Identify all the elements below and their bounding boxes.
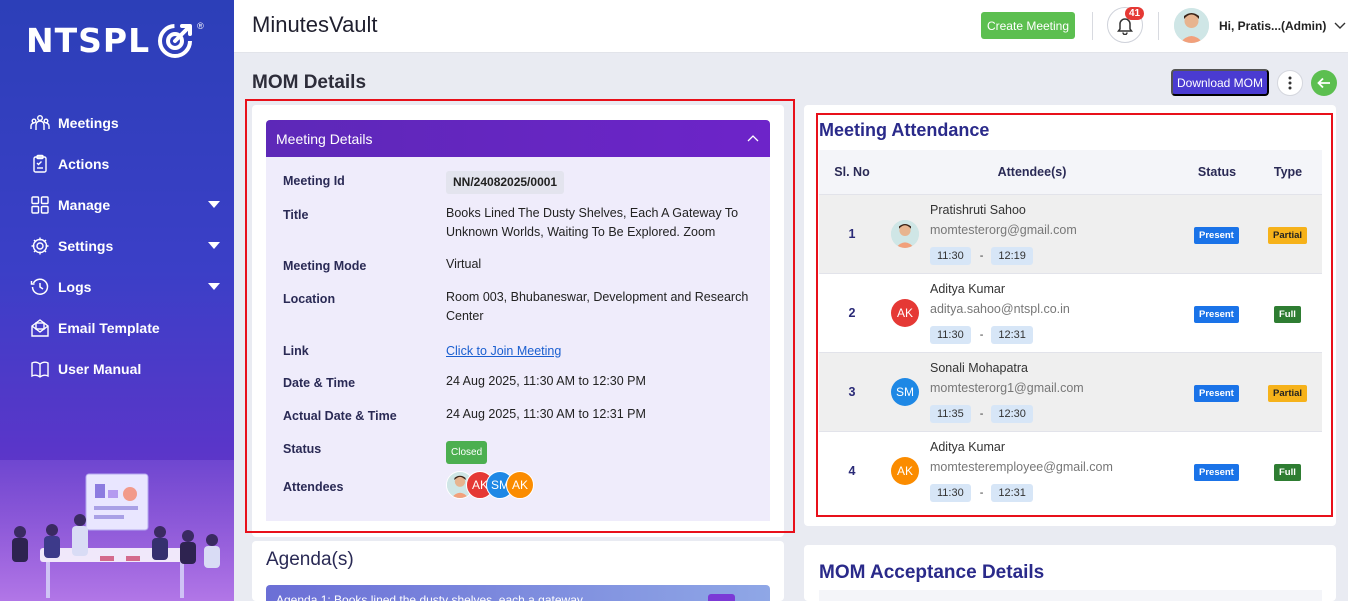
book-icon <box>30 359 50 379</box>
back-button[interactable] <box>1311 70 1337 96</box>
sidebar-item-email-template[interactable]: Email Template <box>0 307 234 348</box>
user-menu[interactable]: Hi, Pratis...(Admin) <box>1174 8 1346 43</box>
user-photo-icon <box>1174 8 1209 43</box>
brand-name: NTSPL <box>26 20 151 60</box>
sidebar-nav: Meetings Actions Manage Settings Logs Em… <box>0 102 234 389</box>
caret-down-icon[interactable] <box>208 283 220 290</box>
header-divider <box>1158 12 1159 40</box>
user-greeting: Hi, Pratis...(Admin) <box>1219 18 1327 33</box>
email-icon <box>30 318 50 338</box>
sidebar-item-label: Settings <box>58 237 114 254</box>
sidebar-item-label: Meetings <box>58 114 119 131</box>
highlight-box-meeting-details <box>245 99 795 533</box>
highlight-box-attendance <box>816 113 1333 517</box>
header-divider <box>1092 12 1093 40</box>
app-title: MinutesVault <box>252 12 378 37</box>
sidebar-item-user-manual[interactable]: User Manual <box>0 348 234 389</box>
sidebar-item-actions[interactable]: Actions <box>0 143 234 184</box>
sidebar-item-settings[interactable]: Settings <box>0 225 234 266</box>
page-title: MOM Details <box>252 72 367 93</box>
chevron-down-icon[interactable] <box>1334 22 1346 30</box>
more-options-button[interactable] <box>1277 70 1303 96</box>
sidebar: NTSPL ® Meetings Actions Manage Settings… <box>0 0 234 601</box>
gear-icon <box>30 236 50 256</box>
brand-target-icon <box>158 24 193 58</box>
agenda-heading: Agenda(s) <box>266 549 354 570</box>
brand-logo[interactable]: NTSPL ® <box>26 20 204 60</box>
download-mom-button[interactable]: Download MOM <box>1171 69 1269 96</box>
notification-button[interactable]: 41 <box>1107 7 1145 43</box>
agenda-item-header[interactable]: Agenda 1: Books lined the dusty shelves,… <box>266 585 770 601</box>
sidebar-item-label: Manage <box>58 196 111 213</box>
kebab-menu-icon <box>1288 76 1292 90</box>
agenda-item-label: Agenda 1: Books lined the dusty shelves,… <box>276 593 583 601</box>
brand-registered-mark: ® <box>197 21 204 31</box>
agenda-count-badge <box>708 594 735 601</box>
arrow-left-icon <box>1317 77 1330 89</box>
manage-icon <box>30 195 50 215</box>
caret-down-icon[interactable] <box>208 201 220 208</box>
sidebar-item-label: Email Template <box>58 319 160 336</box>
actions-icon <box>30 154 50 174</box>
caret-down-icon[interactable] <box>208 242 220 249</box>
mom-acceptance-heading: MOM Acceptance Details <box>819 562 1045 583</box>
sidebar-item-label: Actions <box>58 155 110 172</box>
top-header: MinutesVault Create Meeting 41 Hi, Prati… <box>234 0 1348 53</box>
meeting-illustration <box>0 460 234 601</box>
sidebar-item-manage[interactable]: Manage <box>0 184 234 225</box>
acceptance-table-header <box>819 590 1322 601</box>
sidebar-item-logs[interactable]: Logs <box>0 266 234 307</box>
history-icon <box>30 277 50 297</box>
sidebar-item-meetings[interactable]: Meetings <box>0 102 234 143</box>
user-avatar <box>1174 8 1209 43</box>
create-meeting-button[interactable]: Create Meeting <box>981 12 1075 39</box>
meetings-icon <box>30 113 50 133</box>
sidebar-item-label: User Manual <box>58 360 142 377</box>
notification-count-badge: 41 <box>1125 7 1145 20</box>
sidebar-item-label: Logs <box>58 278 92 295</box>
